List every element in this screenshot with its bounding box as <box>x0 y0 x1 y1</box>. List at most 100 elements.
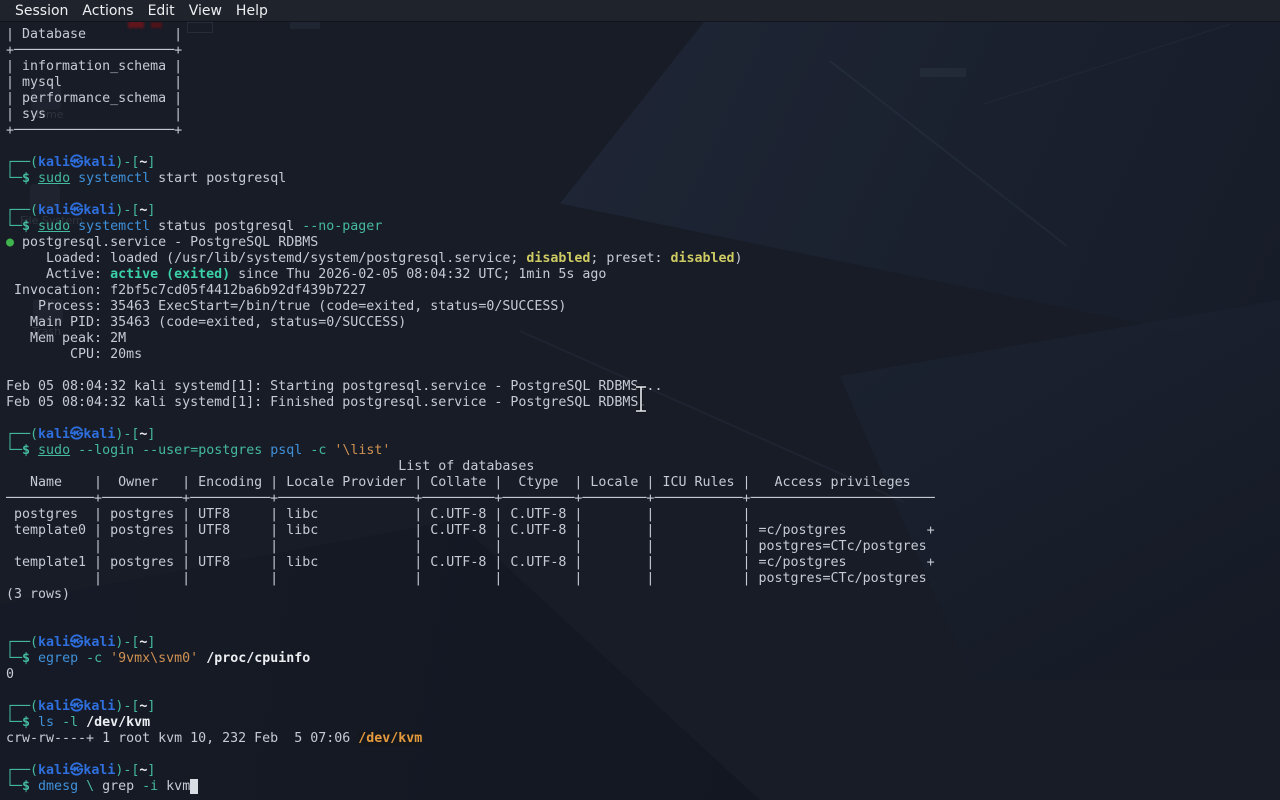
terminal-text: disabled <box>526 251 591 266</box>
menu-bar: Session Actions Edit View Help <box>0 0 1280 22</box>
terminal-text: ] <box>147 155 156 170</box>
terminal-line: +────────────────────+ <box>6 123 1280 139</box>
terminal-line: Name | Owner | Encoding | Locale Provide… <box>6 475 1280 491</box>
terminal-text: template0 | postgres | UTF8 | libc | C.U… <box>6 523 935 538</box>
terminal-text: ● <box>6 235 23 250</box>
terminal-text: start postgresql <box>150 171 287 186</box>
terminal-text: '9vmx\svm0' <box>110 651 199 666</box>
terminal-text: )-[ <box>115 763 140 778</box>
menu-help[interactable]: Help <box>229 0 275 22</box>
terminal-text: )-[ <box>115 203 140 218</box>
terminal-text: ] <box>147 699 156 714</box>
terminal-text: | | | | | | | | postgres=CTc/postgres <box>6 571 927 586</box>
terminal-text: ; preset: <box>590 251 671 266</box>
terminal-text: kali㉿kali <box>38 155 116 170</box>
terminal-text: '\list' <box>334 443 391 458</box>
terminal-text: 0 <box>6 667 15 682</box>
terminal-text: | information_schema | <box>6 59 183 74</box>
terminal-text: Active: <box>6 267 111 282</box>
terminal-line: | sys | <box>6 107 1280 123</box>
terminal-line: ┌──(kali㉿kali)-[~] <box>6 635 1280 651</box>
terminal-line: | | | | | | | | postgres=CTc/postgres <box>6 539 1280 555</box>
terminal-text: sudo <box>38 443 71 458</box>
terminal-text: $ <box>22 219 31 234</box>
terminal-text: -c <box>86 651 103 666</box>
terminal-text: sudo <box>38 171 71 186</box>
terminal-text: postgres | postgres | UTF8 | libc | C.UT… <box>6 507 759 522</box>
terminal-text: ┌──( <box>6 699 39 714</box>
terminal-text: ┌──( <box>6 763 39 778</box>
terminal-line: ───────────+──────────+──────────+──────… <box>6 491 1280 507</box>
terminal-text: sudo <box>38 219 71 234</box>
terminal-line: | | | | | | | | postgres=CTc/postgres <box>6 571 1280 587</box>
terminal-text: --login <box>78 443 135 458</box>
terminal-line: | Database | <box>6 27 1280 43</box>
terminal-line: └─$ sudo --login --user=postgres psql -c… <box>6 443 1280 459</box>
terminal-line: crw-rw----+ 1 root kvm 10, 232 Feb 5 07:… <box>6 731 1280 747</box>
terminal-line: Loaded: loaded (/usr/lib/systemd/system/… <box>6 251 1280 267</box>
terminal-text: ls <box>38 715 55 730</box>
terminal-text: Feb 05 08:04:32 kali systemd[1]: Startin… <box>6 379 663 394</box>
terminal-line: └─$ dmesg \ grep -i kvm <box>6 779 1280 795</box>
terminal-text: dmesg <box>38 779 79 794</box>
menu-session[interactable]: Session <box>8 0 75 22</box>
terminal-line: Mem peak: 2M <box>6 331 1280 347</box>
terminal-line: CPU: 20ms <box>6 347 1280 363</box>
terminal-text: $ <box>22 651 31 666</box>
terminal-line: List of databases <box>6 459 1280 475</box>
terminal-text: Process: 35463 ExecStart=/bin/true (code… <box>6 299 567 314</box>
menu-actions[interactable]: Actions <box>75 0 140 22</box>
terminal-text: systemctl <box>78 219 151 234</box>
terminal-text: -l <box>62 715 79 730</box>
terminal-text: └─ <box>6 171 23 186</box>
terminal-text: postgresql.service - PostgreSQL RDBMS <box>22 235 319 250</box>
terminal-text: | | | | | | | | postgres=CTc/postgres <box>6 539 927 554</box>
terminal-text: )-[ <box>115 699 140 714</box>
terminal-text: kali㉿kali <box>38 635 116 650</box>
terminal-line: +────────────────────+ <box>6 43 1280 59</box>
terminal-line: ┌──(kali㉿kali)-[~] <box>6 203 1280 219</box>
terminal-text: $ <box>22 171 31 186</box>
terminal-text: ┌──( <box>6 203 39 218</box>
terminal-line: | mysql | <box>6 75 1280 91</box>
terminal-text: kvm <box>158 779 191 794</box>
terminal-text: grep <box>94 779 143 794</box>
menu-edit[interactable]: Edit <box>141 0 182 22</box>
terminal-text: \ <box>86 779 95 794</box>
terminal-line: ┌──(kali㉿kali)-[~] <box>6 155 1280 171</box>
terminal-text: Loaded: loaded (/usr/lib/systemd/system/… <box>6 251 527 266</box>
terminal-text: disabled <box>670 251 735 266</box>
terminal-text: psql <box>270 443 303 458</box>
terminal-line: Main PID: 35463 (code=exited, status=0/S… <box>6 315 1280 331</box>
terminal-text: )-[ <box>115 635 140 650</box>
terminal-text: kali㉿kali <box>38 203 116 218</box>
terminal-text: egrep <box>38 651 79 666</box>
terminal-text: --user=postgres <box>142 443 263 458</box>
mouse-cursor-ibeam <box>633 385 649 418</box>
terminal-line: ┌──(kali㉿kali)-[~] <box>6 427 1280 443</box>
terminal-text: └─ <box>6 219 23 234</box>
terminal-text: ───────────+──────────+──────────+──────… <box>6 491 935 506</box>
terminal-line: └─$ ls -l /dev/kvm <box>6 715 1280 731</box>
terminal-text: )-[ <box>115 155 140 170</box>
menu-view[interactable]: View <box>182 0 229 22</box>
terminal-line: template1 | postgres | UTF8 | libc | C.U… <box>6 555 1280 571</box>
terminal-text: +────────────────────+ <box>6 43 183 58</box>
terminal-text: ┌──( <box>6 635 39 650</box>
terminal-text: ) <box>734 251 743 266</box>
terminal-text: template1 | postgres | UTF8 | libc | C.U… <box>6 555 935 570</box>
terminal-line: └─$ sudo systemctl start postgresql <box>6 171 1280 187</box>
terminal-line: Process: 35463 ExecStart=/bin/true (code… <box>6 299 1280 315</box>
